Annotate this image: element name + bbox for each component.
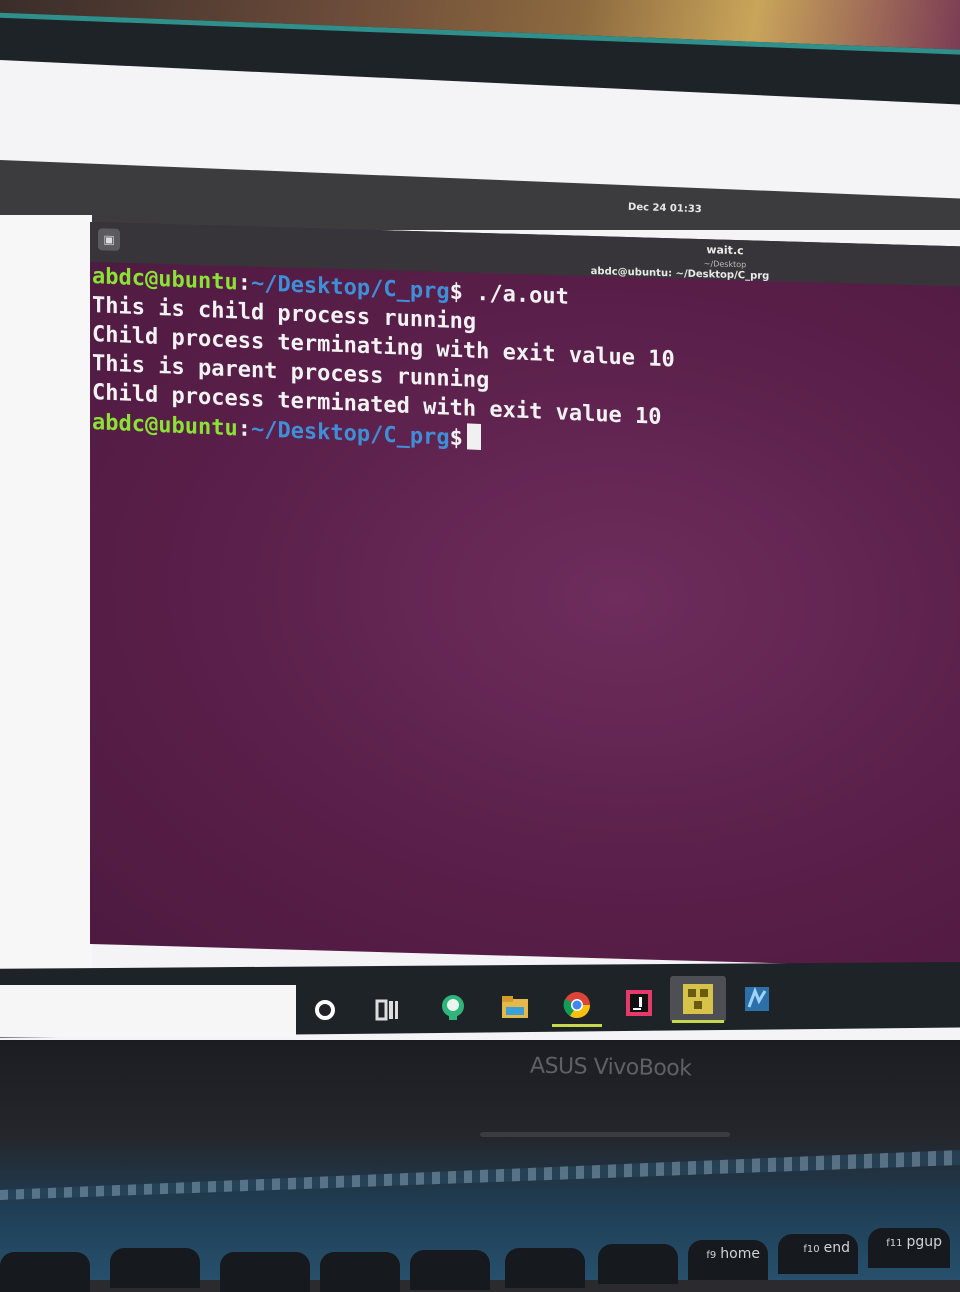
prompt-dollar: $ [449, 279, 463, 306]
prompt-dollar: $ [449, 425, 463, 452]
prompt-separator: : [237, 416, 251, 442]
jetbrains-icon[interactable] [622, 986, 656, 1020]
app-blue-icon[interactable] [740, 982, 774, 1016]
keyboard-key[interactable] [598, 1244, 678, 1284]
prompt-path: ~/Desktop/C_prg [250, 416, 450, 451]
keyboard-key[interactable] [220, 1252, 310, 1292]
terminal-window[interactable]: ▣ wait.c ~/Desktop abdc@ubuntu: ~/Deskto… [90, 222, 960, 969]
key-fn-label: f10 [803, 1244, 820, 1255]
terminal-output[interactable]: abdc@ubuntu:~/Desktop/C_prg$ ./a.out Thi… [92, 262, 960, 475]
key-label: pgup [906, 1234, 942, 1250]
end-key[interactable]: f10 end [778, 1234, 858, 1274]
pgup-key[interactable]: f11 pgup [868, 1228, 950, 1268]
keyboard-key[interactable] [505, 1248, 585, 1288]
keyboard-key[interactable] [320, 1252, 400, 1292]
key-label: home [720, 1246, 760, 1262]
keyboard-key[interactable] [0, 1252, 90, 1292]
prompt-user-host: abdc@ubuntu [92, 410, 238, 442]
virtualbox-active-indicator [672, 1020, 724, 1023]
window-title-text: wait.c [706, 243, 744, 258]
key-fn-label: f9 [706, 1250, 717, 1261]
laptop-hinge [480, 1132, 730, 1137]
chrome-active-indicator [552, 1024, 602, 1027]
new-tab-icon[interactable]: ▣ [98, 228, 120, 251]
key-fn-label: f11 [886, 1238, 903, 1249]
chrome-icon[interactable] [560, 988, 594, 1022]
command-text: ./a.out [462, 280, 569, 310]
text-cursor[interactable] [466, 423, 481, 451]
app-icon[interactable] [436, 990, 470, 1024]
prompt-user-host: abdc@ubuntu [92, 264, 238, 296]
task-view-icon[interactable] [370, 993, 404, 1027]
keyboard-key[interactable] [110, 1248, 200, 1288]
prompt-separator: : [237, 270, 251, 296]
home-key[interactable]: f9 home [688, 1240, 768, 1280]
virtualbox-icon[interactable] [670, 976, 726, 1022]
cortana-icon[interactable] [308, 993, 342, 1027]
file-explorer-icon[interactable] [498, 990, 532, 1024]
taskbar-search-box[interactable] [0, 985, 296, 1037]
keyboard-key[interactable] [410, 1250, 490, 1290]
key-label: end [823, 1240, 850, 1256]
background-window [0, 215, 92, 990]
window-title-sub: ~/Desktop [703, 259, 747, 270]
laptop-brand-logo: ASUS VivoBook [529, 1053, 692, 1082]
